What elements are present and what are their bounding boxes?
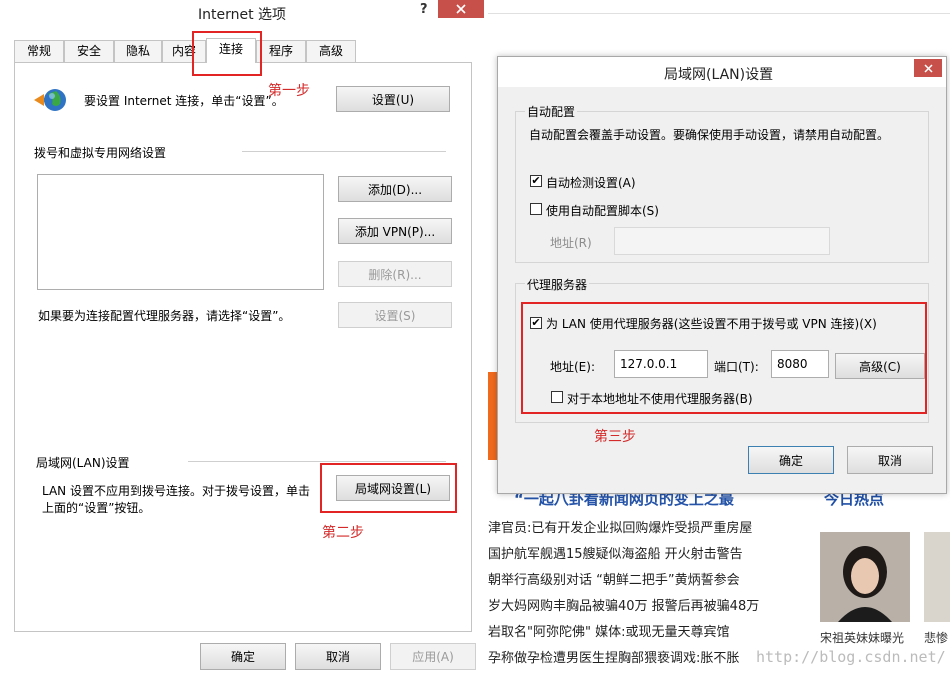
photo-caption[interactable]: 悲惨	[924, 629, 948, 646]
add-connection-button[interactable]: 添加(D)...	[338, 176, 452, 202]
step3-label: 第三步	[594, 429, 636, 445]
auto-config-description: 自动配置会覆盖手动设置。要确保使用手动设置，请禁用自动配置。	[529, 128, 890, 142]
auto-detect-label[interactable]: 自动检测设置(A)	[546, 174, 636, 191]
news-item[interactable]: 国护航军舰遇15艘疑似海盗船 开火射击警告	[488, 543, 743, 562]
internet-options-dialog: Internet 选项 ? 常规 安全 隐私 内容 连接 程序 高级 要设置 I…	[0, 0, 488, 676]
news-photo-2[interactable]	[924, 532, 950, 622]
internet-globe-icon	[32, 86, 66, 114]
connections-listbox[interactable]	[37, 174, 324, 290]
tab-security[interactable]: 安全	[64, 40, 114, 62]
tab-programs[interactable]: 程序	[256, 40, 306, 62]
lan-group-line	[188, 461, 446, 462]
lan-close-button[interactable]	[914, 59, 942, 77]
tab-advanced[interactable]: 高级	[306, 40, 356, 62]
lan-group-label: 局域网(LAN)设置	[36, 456, 130, 470]
step2-highlight	[320, 463, 457, 513]
delete-connection-button[interactable]: 删除(R)...	[338, 261, 452, 287]
lan-dialog-title: 局域网(LAN)设置	[664, 67, 774, 83]
auto-detect-checkbox[interactable]: ✔	[530, 175, 542, 187]
proxy-config-text: 如果要为连接配置代理服务器，请选择“设置”。	[38, 309, 291, 323]
tab-general[interactable]: 常规	[14, 40, 64, 62]
person-photo-icon	[820, 532, 910, 622]
tab-label: 连接	[218, 42, 243, 56]
lan-settings-dialog: 局域网(LAN)设置 自动配置 自动配置会覆盖手动设置。要确保使用手动设置，请禁…	[497, 56, 947, 494]
watermark: http://blog.csdn.net/	[756, 648, 946, 666]
ok-button[interactable]: 确定	[200, 643, 286, 670]
tab-label: 常规	[26, 44, 51, 58]
tab-connections[interactable]: 连接	[206, 38, 256, 63]
auto-script-label[interactable]: 使用自动配置脚本(S)	[546, 202, 659, 219]
lan-description-1: LAN 设置不应用到拨号连接。对于拨号设置，单击	[42, 484, 310, 498]
news-item[interactable]: 岁大妈网购丰胸品被骗40万 报警后再被骗48万	[488, 595, 759, 614]
connection-settings-button[interactable]: 设置(S)	[338, 302, 452, 328]
news-item[interactable]: 岩取名"阿弥陀佛" 媒体:或现无量天尊宾馆	[488, 621, 729, 640]
step2-label: 第二步	[322, 525, 364, 541]
close-button[interactable]	[438, 0, 484, 18]
auto-config-label: 自动配置	[525, 103, 578, 120]
news-item[interactable]: 朝举行高级别对话 “朝鲜二把手”黄炳誓参会	[488, 569, 740, 588]
tab-label: 隐私	[125, 44, 150, 58]
lan-ok-button[interactable]: 确定	[748, 446, 834, 474]
photo-caption[interactable]: 宋祖英妹妹曝光	[820, 629, 904, 646]
script-address-input[interactable]	[614, 227, 830, 255]
dialog-title: Internet 选项	[198, 7, 287, 23]
setup-text: 要设置 Internet 连接，单击“设置”。	[84, 94, 284, 108]
help-button[interactable]: ?	[420, 2, 428, 17]
news-item[interactable]: 津官员:已有开发企业拟回购爆炸受损严重房屋	[488, 517, 752, 536]
lan-cancel-button[interactable]: 取消	[847, 446, 933, 474]
step1-label: 第一步	[268, 83, 310, 99]
news-photo-1[interactable]	[820, 532, 910, 622]
step3-highlight	[521, 302, 927, 414]
tab-label: 安全	[76, 44, 101, 58]
dialup-group-label: 拨号和虚拟专用网络设置	[34, 146, 167, 160]
script-address-label: 地址(R)	[550, 236, 592, 250]
apply-button[interactable]: 应用(A)	[390, 643, 476, 670]
close-icon	[456, 4, 466, 14]
news-item[interactable]: 孕称做孕检遭男医生捏胸部猥亵调戏:胀不胀	[488, 647, 739, 666]
tab-strip: 常规 安全 隐私 内容 连接 程序 高级	[14, 38, 474, 63]
add-vpn-button[interactable]: 添加 VPN(P)...	[338, 218, 452, 244]
auto-script-checkbox[interactable]	[530, 203, 542, 215]
proxy-group-label: 代理服务器	[525, 276, 590, 293]
tab-privacy[interactable]: 隐私	[114, 40, 162, 62]
webpage-top-line	[488, 13, 950, 14]
close-icon	[923, 63, 933, 73]
dialup-group-line	[242, 151, 446, 152]
tab-label: 程序	[268, 44, 293, 58]
lan-description-2: 上面的“设置”按钮。	[42, 501, 151, 515]
tab-label: 高级	[318, 44, 343, 58]
setup-button[interactable]: 设置(U)	[336, 86, 450, 112]
cancel-button[interactable]: 取消	[295, 643, 381, 670]
